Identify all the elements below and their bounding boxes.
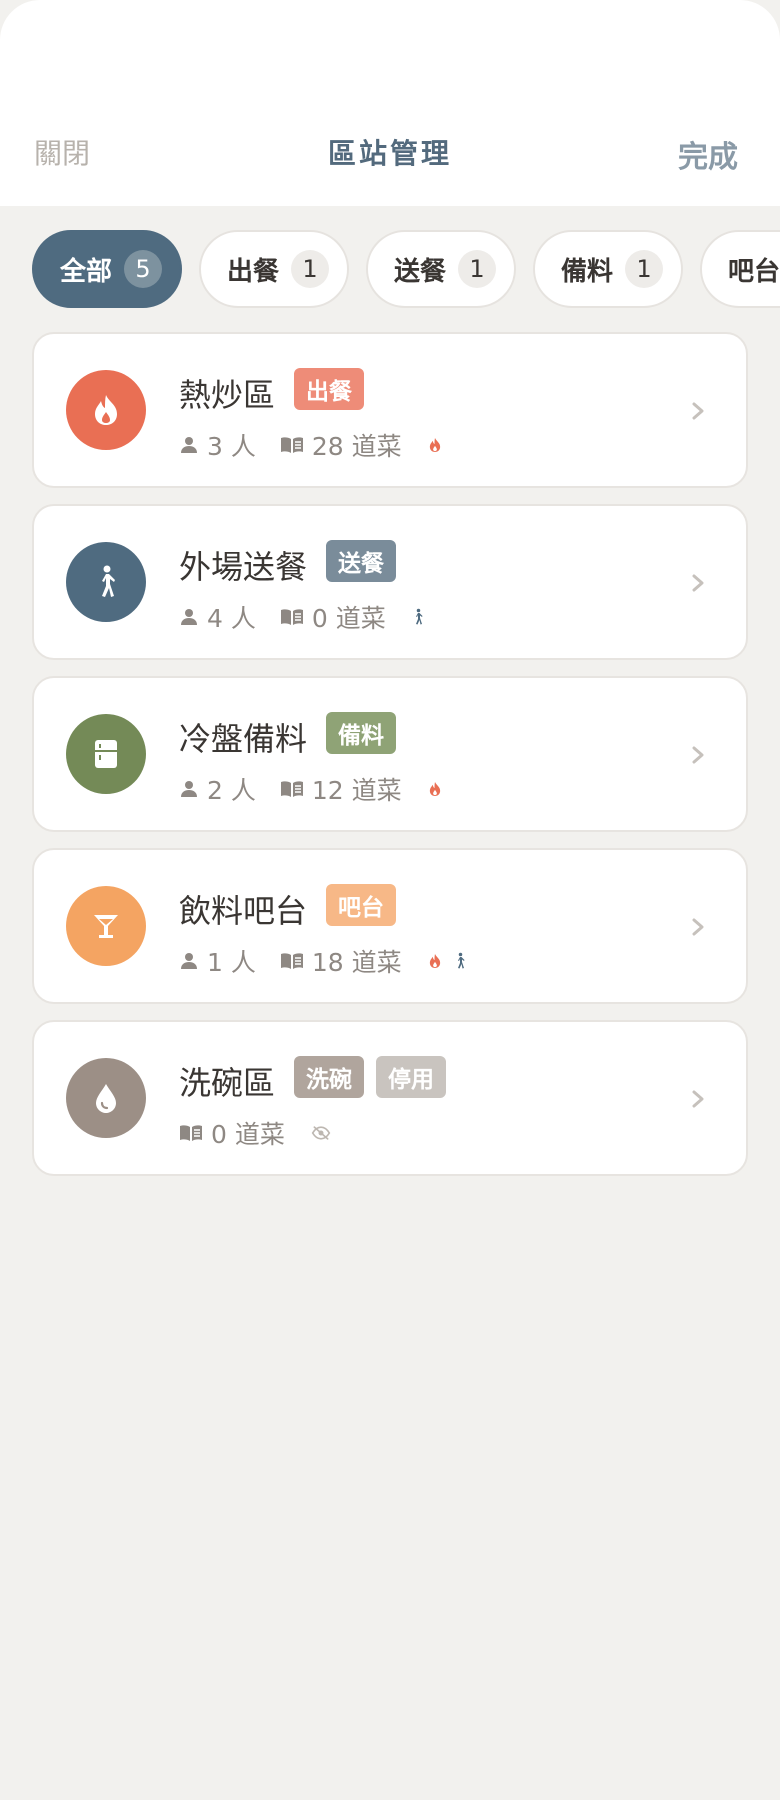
dish-count-text: 12 道菜	[311, 776, 402, 805]
page-title: 區站管理	[327, 137, 452, 170]
filter-chip-label: 送餐	[394, 256, 447, 287]
menu-book-icon	[280, 609, 303, 625]
menu-book-icon	[280, 781, 303, 797]
filter-chip-serving[interactable]: 出餐 1	[199, 230, 349, 308]
person-icon	[181, 953, 197, 969]
dish-count-text: 28 道菜	[311, 432, 402, 461]
station-name: 洗碗區	[179, 1064, 276, 1102]
station-type-tag: 備料	[326, 712, 396, 754]
station-meta: 0 道菜	[179, 1115, 331, 1151]
staff-count-text: 2 人	[207, 776, 256, 805]
dish-count: 0 道菜	[179, 1115, 285, 1151]
station-card-floor-delivery[interactable]: 外場送餐 送餐 4 人 0 道菜	[32, 504, 748, 660]
fire-icon	[429, 782, 440, 796]
eye-off-icon	[311, 1126, 331, 1140]
menu-book-icon	[280, 953, 303, 969]
chevron-right-icon	[692, 402, 704, 420]
person-icon	[181, 609, 197, 625]
fire-icon	[429, 438, 440, 452]
station-tags: 備料	[326, 712, 396, 754]
station-card-stir-fry[interactable]: 熱炒區 出餐 3 人 28 道菜	[32, 332, 748, 488]
walking-person-icon	[457, 952, 465, 969]
dish-count-text: 0 道菜	[311, 604, 386, 633]
menu-book-icon	[180, 1125, 202, 1141]
filter-chip-label: 備料	[561, 256, 614, 287]
water-drop-icon	[66, 1058, 146, 1138]
cocktail-glass-icon	[66, 886, 146, 966]
sheet-header: 關閉 區站管理 完成	[0, 0, 780, 206]
filter-chip-bar[interactable]: 全部 5 出餐 1 送餐 1 備料 1 吧台	[32, 230, 780, 308]
chevron-right-icon	[692, 746, 704, 764]
station-name: 熱炒區	[179, 376, 276, 414]
staff-count-text: 4 人	[207, 604, 256, 633]
filter-chip-all[interactable]: 全部 5	[32, 230, 182, 308]
station-type-tag: 洗碗	[294, 1056, 364, 1098]
chevron-right-icon	[692, 918, 704, 936]
fire-icon	[429, 954, 440, 968]
disabled-tag: 停用	[376, 1056, 446, 1098]
filter-chip-count: 5	[124, 250, 163, 288]
filter-chip-bar-station[interactable]: 吧台	[700, 230, 780, 308]
staff-count: 2 人	[179, 771, 256, 807]
chevron-right-icon	[692, 1090, 704, 1108]
station-tags: 洗碗 停用	[294, 1056, 446, 1098]
station-type-tag: 吧台	[326, 884, 396, 926]
walking-person-icon	[66, 542, 146, 622]
walking-person-icon	[415, 608, 423, 625]
station-name: 冷盤備料	[179, 720, 308, 758]
staff-count: 3 人	[179, 427, 256, 463]
station-card-cold-prep[interactable]: 冷盤備料 備料 2 人 12 道菜	[32, 676, 748, 832]
station-card-drink-bar[interactable]: 飲料吧台 吧台 1 人 18 道菜	[32, 848, 748, 1004]
station-name: 外場送餐	[179, 548, 308, 586]
dish-count-text: 18 道菜	[311, 948, 402, 977]
person-icon	[181, 781, 197, 797]
station-name: 飲料吧台	[179, 892, 308, 930]
station-type-tag: 出餐	[294, 368, 364, 410]
fridge-icon	[66, 714, 146, 794]
station-meta: 1 人 18 道菜	[179, 943, 466, 979]
dish-count-text: 0 道菜	[211, 1120, 285, 1149]
filter-chip-count: 1	[458, 250, 497, 288]
station-meta: 4 人 0 道菜	[179, 599, 424, 635]
filter-chip-count: 1	[291, 250, 330, 288]
station-tags: 送餐	[326, 540, 396, 582]
dish-count: 18 道菜	[280, 943, 402, 979]
dish-count: 12 道菜	[280, 771, 402, 807]
filter-chip-label: 吧台	[728, 256, 780, 287]
staff-count-text: 1 人	[207, 948, 256, 977]
menu-book-icon	[280, 437, 303, 453]
filter-chip-count: 1	[625, 250, 664, 288]
staff-count: 4 人	[179, 599, 256, 635]
station-tags: 吧台	[326, 884, 396, 926]
station-tags: 出餐	[294, 368, 364, 410]
station-card-dishwashing[interactable]: 洗碗區 洗碗 停用 0 道菜	[32, 1020, 748, 1176]
station-type-tag: 送餐	[326, 540, 396, 582]
station-meta: 2 人 12 道菜	[179, 771, 442, 807]
dish-count: 0 道菜	[280, 599, 386, 635]
person-icon	[181, 437, 197, 453]
staff-count: 1 人	[179, 943, 256, 979]
station-meta: 3 人 28 道菜	[179, 427, 442, 463]
staff-count-text: 3 人	[207, 432, 256, 461]
done-button[interactable]: 完成	[678, 132, 738, 176]
filter-chip-label: 出餐	[227, 256, 280, 287]
dish-count: 28 道菜	[280, 427, 402, 463]
filter-chip-prep[interactable]: 備料 1	[533, 230, 683, 308]
filter-chip-delivery[interactable]: 送餐 1	[366, 230, 516, 308]
chevron-right-icon	[692, 574, 704, 592]
fire-icon	[66, 370, 146, 450]
filter-chip-label: 全部	[60, 256, 113, 287]
